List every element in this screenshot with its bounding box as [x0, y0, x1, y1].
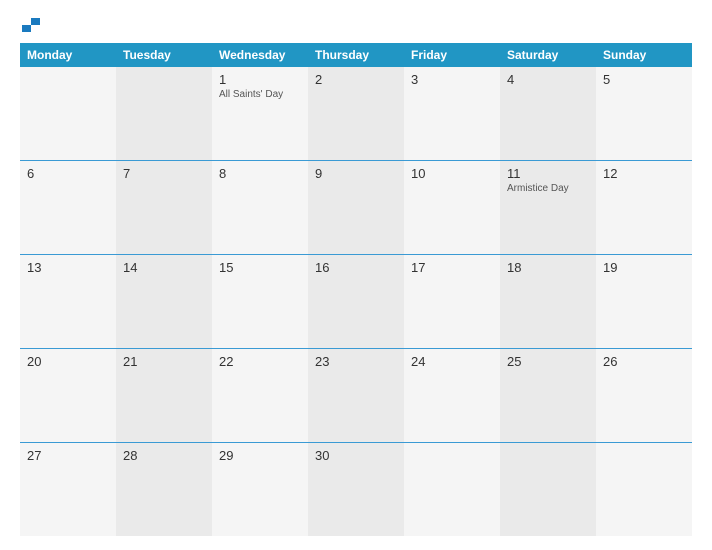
- holiday-label: All Saints' Day: [219, 89, 301, 101]
- calendar-week-1: 1 All Saints' Day 2345: [20, 67, 692, 161]
- day-number: 9: [315, 166, 397, 181]
- calendar-cell: 18: [500, 255, 596, 348]
- calendar-cell: 9: [308, 161, 404, 254]
- calendar-cell: 29: [212, 443, 308, 536]
- calendar-header: MondayTuesdayWednesdayThursdayFridaySatu…: [20, 43, 692, 67]
- day-number: 13: [27, 260, 109, 275]
- calendar-cell: 17: [404, 255, 500, 348]
- day-number: 12: [603, 166, 685, 181]
- day-number: 24: [411, 354, 493, 369]
- day-number: 15: [219, 260, 301, 275]
- day-number: 21: [123, 354, 205, 369]
- day-number: 20: [27, 354, 109, 369]
- day-number: 2: [315, 72, 397, 87]
- calendar-cell: [404, 443, 500, 536]
- page-header: [20, 18, 692, 33]
- day-number: 8: [219, 166, 301, 181]
- calendar-cell: 4: [500, 67, 596, 160]
- day-number: 19: [603, 260, 685, 275]
- calendar-cell: [596, 443, 692, 536]
- day-number: 17: [411, 260, 493, 275]
- calendar-cell: 21: [116, 349, 212, 442]
- calendar-cell: 19: [596, 255, 692, 348]
- weekday-header-wednesday: Wednesday: [212, 43, 308, 67]
- weekday-header-monday: Monday: [20, 43, 116, 67]
- weekday-header-saturday: Saturday: [500, 43, 596, 67]
- calendar-cell: 6: [20, 161, 116, 254]
- calendar-cell: 10: [404, 161, 500, 254]
- calendar-cell: [500, 443, 596, 536]
- calendar-cell: [116, 67, 212, 160]
- day-number: 16: [315, 260, 397, 275]
- day-number: 5: [603, 72, 685, 87]
- calendar-cell: 22: [212, 349, 308, 442]
- logo-flag-icon: [22, 18, 40, 32]
- calendar-cell: 3: [404, 67, 500, 160]
- weekday-header-thursday: Thursday: [308, 43, 404, 67]
- day-number: 1: [219, 72, 301, 87]
- day-number: 11: [507, 166, 589, 181]
- weekday-header-sunday: Sunday: [596, 43, 692, 67]
- day-number: 23: [315, 354, 397, 369]
- calendar-cell: 11 Armistice Day: [500, 161, 596, 254]
- day-number: 25: [507, 354, 589, 369]
- calendar-cell: 7: [116, 161, 212, 254]
- calendar-week-4: 20 21 22 23 24 25 26: [20, 349, 692, 443]
- calendar-week-5: 27 28 29 30: [20, 443, 692, 536]
- calendar-cell: 5: [596, 67, 692, 160]
- calendar-cell: 28: [116, 443, 212, 536]
- day-number: 10: [411, 166, 493, 181]
- calendar-cell: 12: [596, 161, 692, 254]
- calendar-cell: 23: [308, 349, 404, 442]
- calendar-cell: 15: [212, 255, 308, 348]
- calendar-cell: 16: [308, 255, 404, 348]
- day-number: 7: [123, 166, 205, 181]
- calendar-cell: 20: [20, 349, 116, 442]
- calendar-cell: [20, 67, 116, 160]
- day-number: 27: [27, 448, 109, 463]
- calendar-week-3: 13 14 15 16 17 18 19: [20, 255, 692, 349]
- day-number: 4: [507, 72, 589, 87]
- day-number: 29: [219, 448, 301, 463]
- day-number: 28: [123, 448, 205, 463]
- calendar: MondayTuesdayWednesdayThursdayFridaySatu…: [20, 43, 692, 536]
- calendar-cell: 24: [404, 349, 500, 442]
- calendar-week-2: 6789 10 11 Armistice Day 12: [20, 161, 692, 255]
- calendar-cell: 26: [596, 349, 692, 442]
- logo: [20, 18, 40, 33]
- calendar-cell: 30: [308, 443, 404, 536]
- holiday-label: Armistice Day: [507, 183, 589, 195]
- day-number: 18: [507, 260, 589, 275]
- day-number: 30: [315, 448, 397, 463]
- calendar-cell: 27: [20, 443, 116, 536]
- calendar-body: 1All Saints' Day234567891011Armistice Da…: [20, 67, 692, 536]
- day-number: 22: [219, 354, 301, 369]
- weekday-header-tuesday: Tuesday: [116, 43, 212, 67]
- calendar-cell: 25: [500, 349, 596, 442]
- calendar-cell: 13: [20, 255, 116, 348]
- calendar-page: MondayTuesdayWednesdayThursdayFridaySatu…: [0, 0, 712, 550]
- calendar-cell: 14: [116, 255, 212, 348]
- day-number: 6: [27, 166, 109, 181]
- weekday-header-friday: Friday: [404, 43, 500, 67]
- calendar-cell: 2: [308, 67, 404, 160]
- day-number: 3: [411, 72, 493, 87]
- day-number: 14: [123, 260, 205, 275]
- calendar-cell: 8: [212, 161, 308, 254]
- day-number: 26: [603, 354, 685, 369]
- calendar-cell: 1 All Saints' Day: [212, 67, 308, 160]
